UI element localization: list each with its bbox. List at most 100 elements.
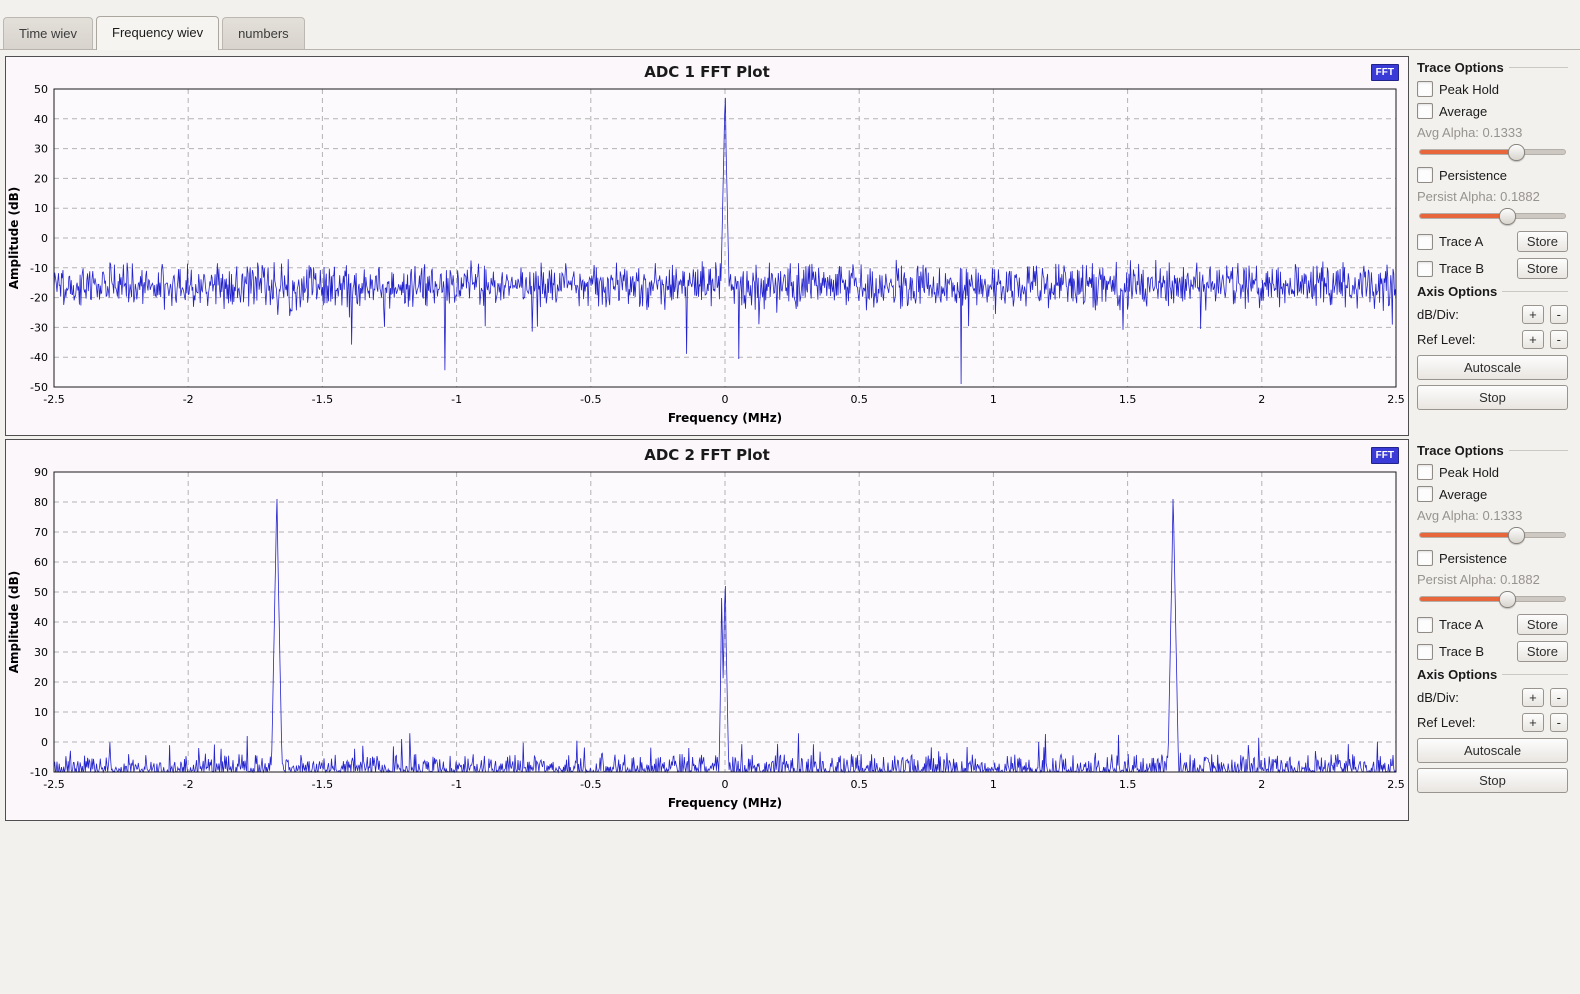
tab-numbers[interactable]: numbers xyxy=(222,17,305,49)
slider-fill xyxy=(1420,214,1508,218)
ref-level-minus-button[interactable]: - xyxy=(1550,713,1568,732)
peak-hold-checkbox[interactable] xyxy=(1417,464,1433,480)
trace-a-label: Trace A xyxy=(1439,234,1483,249)
persistence-row: Persistence xyxy=(1417,550,1568,566)
db-div-plus-button[interactable]: + xyxy=(1522,305,1544,324)
db-div-label: dB/Div: xyxy=(1417,307,1459,322)
stop-button[interactable]: Stop xyxy=(1417,385,1568,410)
adc2-plot-title: ADC 2 FFT Plot xyxy=(6,440,1408,466)
slider-handle[interactable] xyxy=(1499,208,1516,225)
db-div-row: dB/Div: + - xyxy=(1417,688,1568,707)
trace-a-label: Trace A xyxy=(1439,617,1483,632)
svg-text:40: 40 xyxy=(34,616,48,629)
svg-text:-2.5: -2.5 xyxy=(43,778,64,791)
persistence-checkbox[interactable] xyxy=(1417,167,1433,183)
store-trace-a-button[interactable]: Store xyxy=(1517,614,1568,635)
svg-text:30: 30 xyxy=(34,646,48,659)
ref-level-plus-button[interactable]: + xyxy=(1522,330,1544,349)
trace-b-label: Trace B xyxy=(1439,644,1484,659)
stop-button[interactable]: Stop xyxy=(1417,768,1568,793)
tab-time-view[interactable]: Time wiev xyxy=(3,17,93,49)
trace-a-checkbox[interactable] xyxy=(1417,234,1433,250)
adc1-fft-panel: ADC 1 FFT Plot FFT -2.5-2-1.5-1-0.500.51… xyxy=(5,56,1409,436)
svg-text:-2: -2 xyxy=(183,778,194,791)
slider-fill xyxy=(1420,533,1517,537)
store-trace-b-button[interactable]: Store xyxy=(1517,258,1568,279)
average-checkbox[interactable] xyxy=(1417,486,1433,502)
svg-text:-0.5: -0.5 xyxy=(580,778,601,791)
ref-level-row: Ref Level: + - xyxy=(1417,713,1568,732)
adc2-fft-chart: -2.5-2-1.5-1-0.500.511.522.5908070605040… xyxy=(6,466,1408,820)
svg-text:2: 2 xyxy=(1258,393,1265,406)
svg-text:-0.5: -0.5 xyxy=(580,393,601,406)
average-row: Average xyxy=(1417,103,1568,119)
store-trace-b-button[interactable]: Store xyxy=(1517,641,1568,662)
persist-alpha-slider[interactable] xyxy=(1419,591,1566,606)
autoscale-button[interactable]: Autoscale xyxy=(1417,738,1568,763)
control-panel-adc1: Trace Options Peak Hold Average Avg Alph… xyxy=(1411,56,1576,436)
adc1-fft-chart: -2.5-2-1.5-1-0.500.511.522.550403020100-… xyxy=(6,83,1408,435)
svg-text:2.5: 2.5 xyxy=(1387,393,1405,406)
persistence-checkbox[interactable] xyxy=(1417,550,1433,566)
avg-alpha-label: Avg Alpha: 0.1333 xyxy=(1417,508,1568,523)
trace-b-checkbox[interactable] xyxy=(1417,261,1433,277)
svg-text:1: 1 xyxy=(990,393,997,406)
trace-b-label: Trace B xyxy=(1439,261,1484,276)
db-div-plus-button[interactable]: + xyxy=(1522,688,1544,707)
ref-level-plus-button[interactable]: + xyxy=(1522,713,1544,732)
persistence-row: Persistence xyxy=(1417,167,1568,183)
control-panel-adc2: Trace Options Peak Hold Average Avg Alph… xyxy=(1411,439,1576,821)
svg-text:0: 0 xyxy=(722,778,729,791)
svg-text:50: 50 xyxy=(34,83,48,96)
peak-hold-row: Peak Hold xyxy=(1417,464,1568,480)
trace-b-row: Trace B Store xyxy=(1417,258,1568,279)
slider-handle[interactable] xyxy=(1499,591,1516,608)
store-trace-a-button[interactable]: Store xyxy=(1517,231,1568,252)
svg-text:70: 70 xyxy=(34,526,48,539)
svg-text:-1.5: -1.5 xyxy=(312,393,333,406)
svg-text:80: 80 xyxy=(34,496,48,509)
persist-alpha-slider[interactable] xyxy=(1419,208,1566,223)
ref-level-row: Ref Level: + - xyxy=(1417,330,1568,349)
ref-level-minus-button[interactable]: - xyxy=(1550,330,1568,349)
svg-text:-10: -10 xyxy=(30,766,48,779)
adc1-plot-title: ADC 1 FFT Plot xyxy=(6,57,1408,83)
trace-b-row: Trace B Store xyxy=(1417,641,1568,662)
svg-text:20: 20 xyxy=(34,172,48,185)
autoscale-button[interactable]: Autoscale xyxy=(1417,355,1568,380)
svg-text:30: 30 xyxy=(34,143,48,156)
svg-text:Amplitude (dB): Amplitude (dB) xyxy=(7,571,21,674)
svg-text:50: 50 xyxy=(34,586,48,599)
ref-level-label: Ref Level: xyxy=(1417,332,1476,347)
persist-alpha-label: Persist Alpha: 0.1882 xyxy=(1417,572,1568,587)
svg-text:-1: -1 xyxy=(451,778,462,791)
tab-bar: Time wiev Frequency wiev numbers xyxy=(0,0,1580,50)
svg-text:0: 0 xyxy=(722,393,729,406)
trace-a-checkbox[interactable] xyxy=(1417,617,1433,633)
svg-text:0.5: 0.5 xyxy=(850,393,868,406)
db-div-minus-button[interactable]: - xyxy=(1550,305,1568,324)
average-checkbox[interactable] xyxy=(1417,103,1433,119)
persistence-label: Persistence xyxy=(1439,551,1507,566)
peak-hold-checkbox[interactable] xyxy=(1417,81,1433,97)
avg-alpha-slider[interactable] xyxy=(1419,527,1566,542)
db-div-row: dB/Div: + - xyxy=(1417,305,1568,324)
slider-handle[interactable] xyxy=(1508,144,1525,161)
svg-text:-10: -10 xyxy=(30,262,48,275)
db-div-minus-button[interactable]: - xyxy=(1550,688,1568,707)
svg-text:1.5: 1.5 xyxy=(1119,393,1137,406)
svg-text:-20: -20 xyxy=(30,292,48,305)
average-label: Average xyxy=(1439,487,1487,502)
svg-text:10: 10 xyxy=(34,202,48,215)
avg-alpha-slider[interactable] xyxy=(1419,144,1566,159)
peak-hold-label: Peak Hold xyxy=(1439,465,1499,480)
persist-alpha-label: Persist Alpha: 0.1882 xyxy=(1417,189,1568,204)
svg-text:-2.5: -2.5 xyxy=(43,393,64,406)
trace-b-checkbox[interactable] xyxy=(1417,644,1433,660)
svg-text:0: 0 xyxy=(41,736,48,749)
fft-badge: FFT xyxy=(1371,64,1399,81)
slider-handle[interactable] xyxy=(1508,527,1525,544)
tab-frequency-view[interactable]: Frequency wiev xyxy=(96,16,219,50)
svg-text:60: 60 xyxy=(34,556,48,569)
persistence-label: Persistence xyxy=(1439,168,1507,183)
